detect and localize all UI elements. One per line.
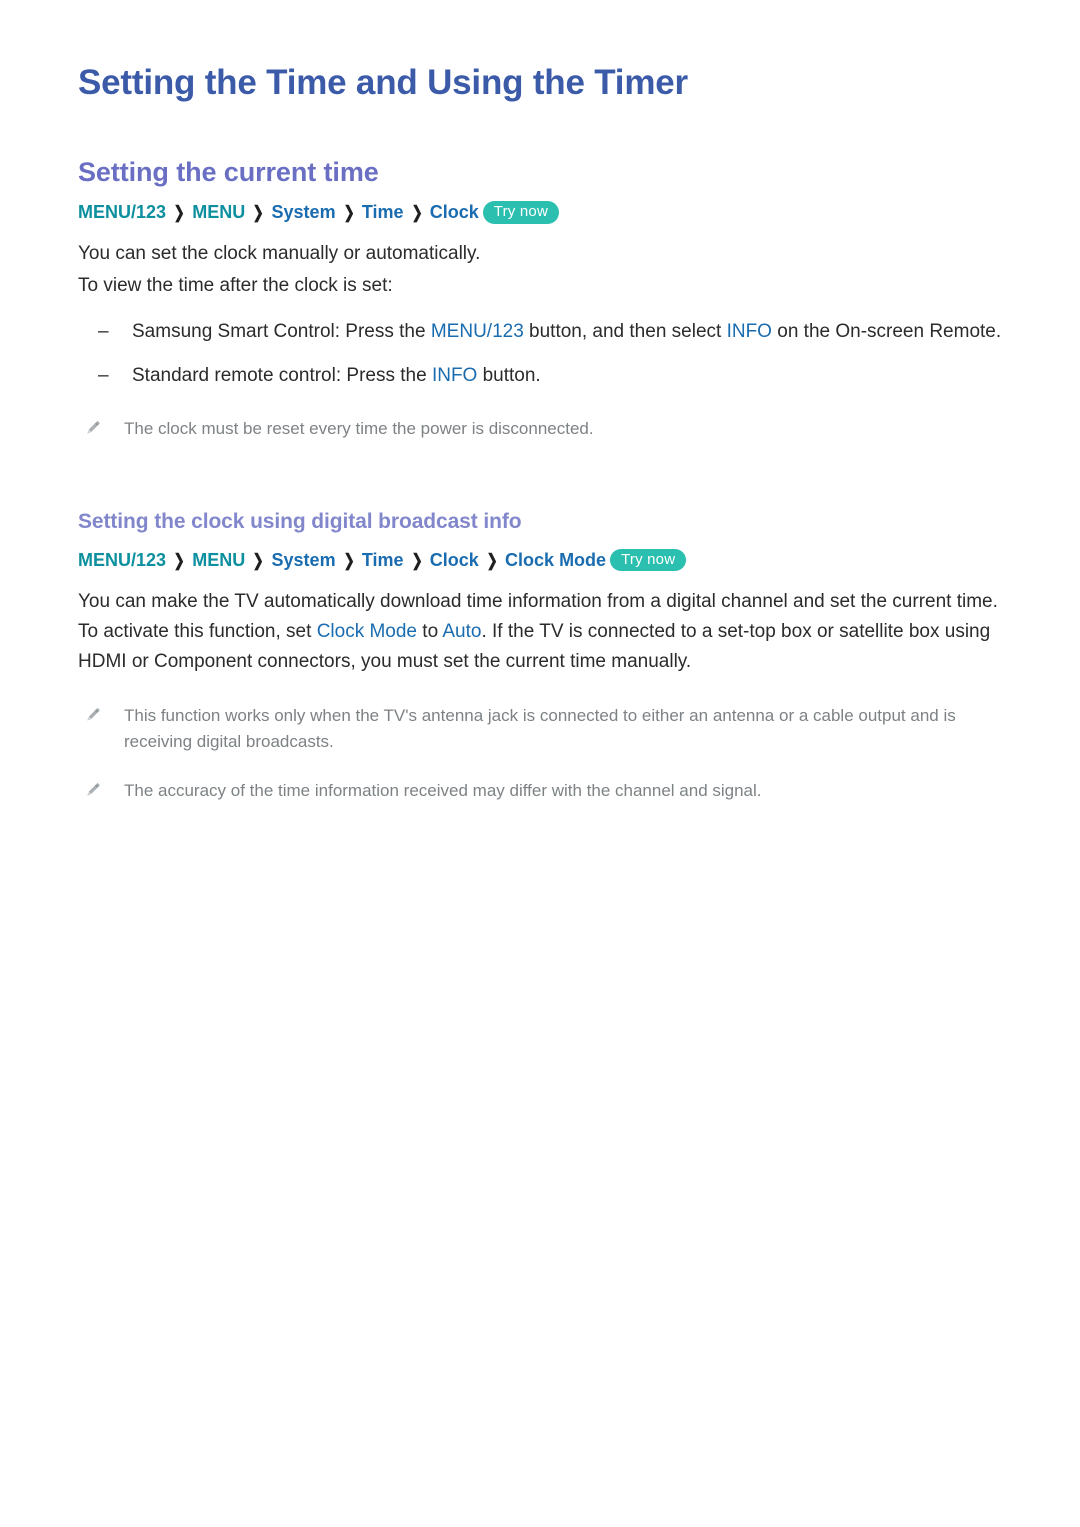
dash-list: – Samsung Smart Control: Press the MENU/1…: [78, 317, 1002, 390]
section-setting-clock-digital-broadcast: Setting the clock using digital broadcas…: [78, 509, 1002, 804]
inline-text: button, and then select: [523, 321, 727, 343]
breadcrumb-separator-icon: ❯: [343, 203, 355, 223]
inline-keyword[interactable]: Auto: [442, 621, 481, 642]
note-text: The clock must be reset every time the p…: [124, 419, 594, 439]
section-setting-current-time: Setting the current time MENU/123 ❯ MENU ❯ S…: [78, 156, 1002, 443]
breadcrumb-separator-icon: ❯: [343, 550, 355, 570]
note: The clock must be reset every time the p…: [78, 416, 1002, 442]
inline-text: on the On-screen Remote.: [771, 321, 1002, 343]
dash-bullet-icon: –: [98, 321, 109, 343]
breadcrumb: MENU/123 ❯ MENU ❯ System ❯ Time ❯ Clock ❯ Clock Mo…: [78, 548, 1002, 573]
note: The accuracy of the time information rec…: [78, 778, 1002, 804]
paragraph: You can make the TV automatically downlo…: [78, 587, 1002, 677]
pencil-icon: [87, 421, 100, 434]
list-item: – Samsung Smart Control: Press the MENU/1…: [78, 317, 1002, 346]
breadcrumb-item[interactable]: System: [272, 550, 336, 570]
inline-text: Samsung Smart Control: Press the: [132, 321, 431, 343]
inline-text: Standard remote control: Press the: [132, 364, 432, 386]
notes-group: This function works only when the TV's a…: [78, 703, 1002, 804]
paragraph: To view the time after the clock is set:: [78, 275, 393, 297]
breadcrumb-item[interactable]: MENU/123: [78, 550, 166, 570]
pencil-icon: [87, 782, 100, 796]
breadcrumb-item[interactable]: MENU: [192, 202, 245, 222]
pencil-icon: [87, 707, 100, 721]
inline-text: button.: [477, 364, 541, 386]
document-page: Setting the Time and Using the Timer Set…: [0, 0, 1080, 1527]
breadcrumb-separator-icon: ❯: [173, 203, 185, 223]
note: This function works only when the TV's a…: [78, 703, 1002, 756]
breadcrumb-item[interactable]: MENU/123: [78, 202, 166, 222]
inline-text: to: [417, 620, 443, 642]
inline-keyword[interactable]: Clock Mode: [317, 621, 417, 642]
inline-keyword[interactable]: INFO: [727, 321, 772, 342]
inline-keyword[interactable]: MENU/123: [431, 321, 524, 342]
breadcrumb-item[interactable]: Time: [362, 202, 404, 222]
breadcrumb-item[interactable]: MENU: [192, 550, 245, 570]
breadcrumb-separator-icon: ❯: [411, 203, 423, 223]
try-now-badge[interactable]: Try now: [482, 201, 559, 224]
inline-keyword[interactable]: INFO: [432, 365, 477, 386]
notes-group: The clock must be reset every time the p…: [78, 416, 1002, 442]
breadcrumb: MENU/123 ❯ MENU ❯ System ❯ Time ❯ Clock Try now: [78, 200, 1002, 225]
dash-bullet-icon: –: [98, 364, 109, 386]
note-text: The accuracy of the time information rec…: [124, 780, 762, 800]
list-item: – Standard remote control: Press the INFO…: [78, 361, 1002, 390]
breadcrumb-item[interactable]: System: [272, 202, 336, 222]
subsection-heading: Setting the clock using digital broadcas…: [78, 509, 522, 533]
breadcrumb-separator-icon: ❯: [252, 550, 264, 570]
breadcrumb-separator-icon: ❯: [486, 550, 498, 570]
breadcrumb-separator-icon: ❯: [252, 203, 264, 223]
breadcrumb-item[interactable]: Clock: [430, 202, 479, 222]
breadcrumb-item[interactable]: Clock Mode: [505, 550, 606, 570]
section-heading: Setting the current time: [78, 157, 379, 187]
breadcrumb-item[interactable]: Time: [362, 550, 404, 570]
note-text: This function works only when the TV's a…: [124, 705, 956, 752]
page-title: Setting the Time and Using the Timer: [78, 63, 688, 102]
breadcrumb-item[interactable]: Clock: [430, 550, 479, 570]
breadcrumb-separator-icon: ❯: [411, 550, 423, 570]
breadcrumb-separator-icon: ❯: [173, 550, 185, 570]
try-now-badge[interactable]: Try now: [610, 548, 687, 572]
paragraph: You can set the clock manually or automa…: [78, 243, 481, 265]
